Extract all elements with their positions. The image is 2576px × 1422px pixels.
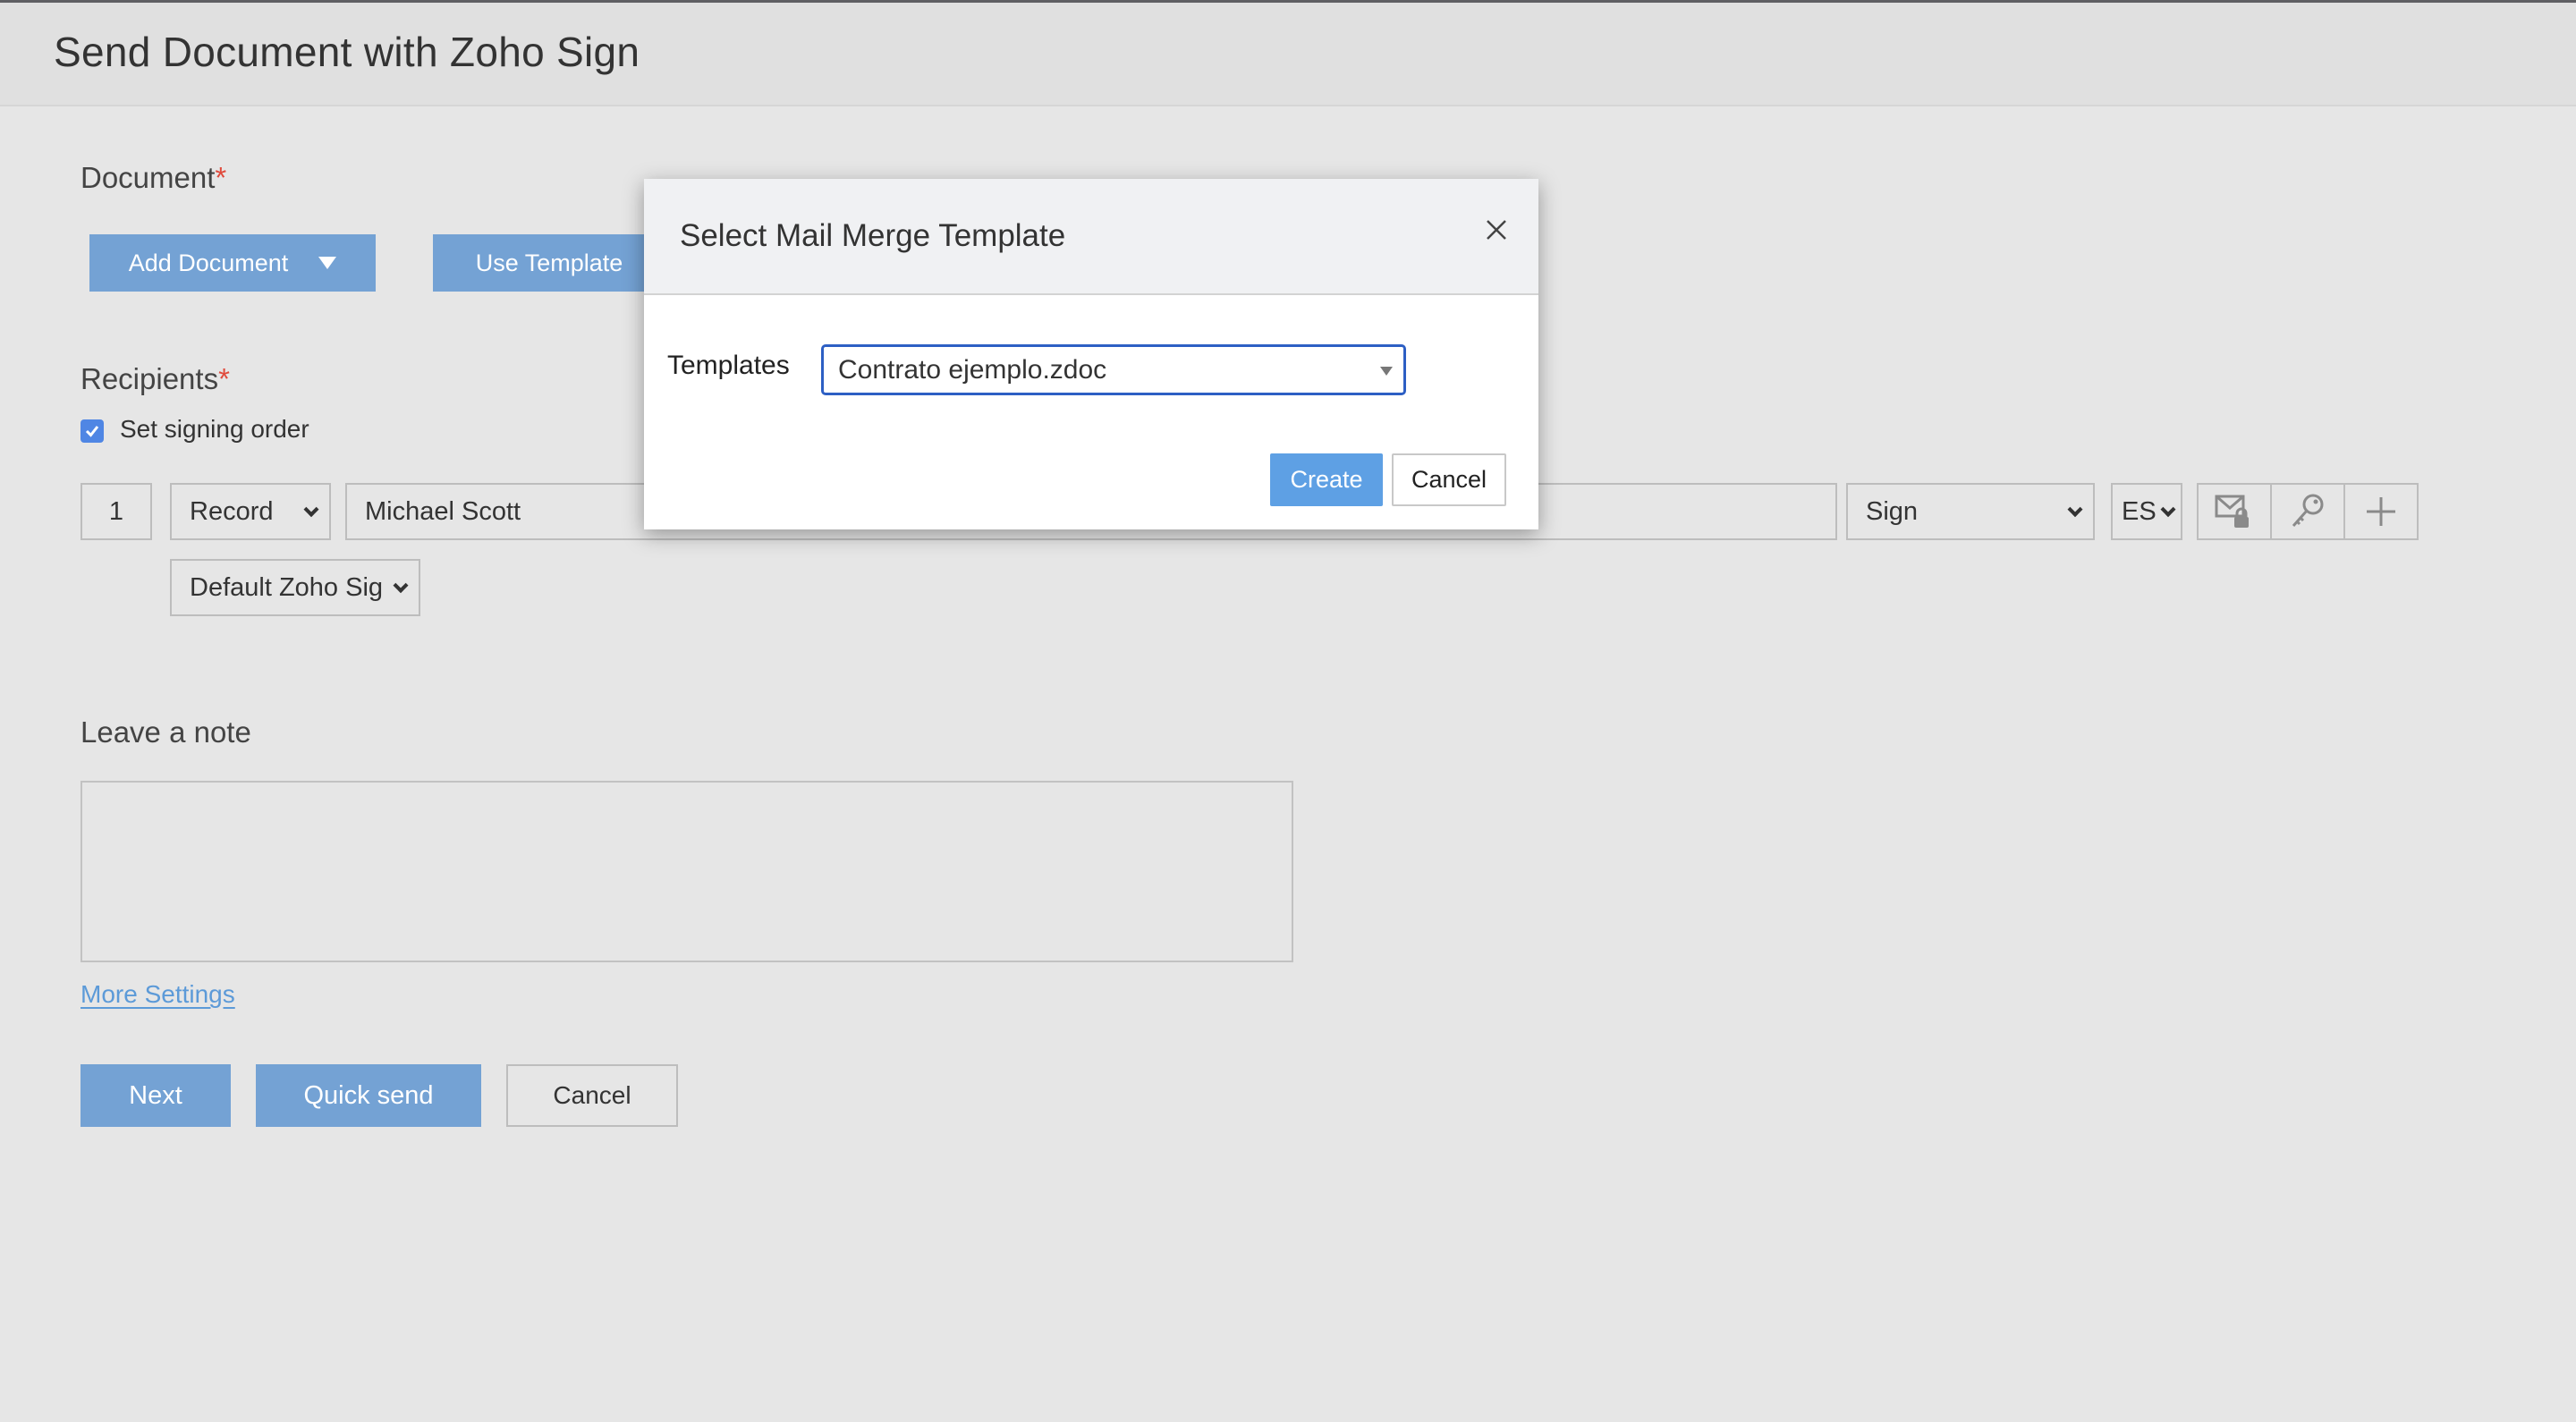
signing-order-checkbox[interactable] — [80, 419, 104, 443]
page-header: Send Document with Zoho Sign — [0, 3, 2576, 106]
signature-mode-value: Default Zoho Sig — [190, 572, 382, 602]
recipient-action-select[interactable]: Sign — [1846, 483, 2095, 540]
chevron-down-icon — [2067, 502, 2083, 518]
checkmark-icon — [85, 426, 99, 437]
document-section-label: Document* — [80, 161, 226, 195]
caret-down-icon — [318, 257, 337, 269]
add-document-button[interactable]: Add Document — [89, 234, 376, 292]
add-recipient-button[interactable] — [2345, 485, 2417, 538]
note-textarea[interactable] — [80, 781, 1293, 962]
signing-order-label: Set signing order — [120, 415, 309, 443]
cancel-button[interactable]: Cancel — [506, 1064, 678, 1127]
required-marker: * — [218, 362, 230, 395]
required-marker: * — [215, 161, 227, 194]
note-label: Leave a note — [80, 715, 251, 749]
mail-merge-template-dialog: Select Mail Merge Template Templates Con… — [644, 179, 1538, 529]
dialog-cancel-button[interactable]: Cancel — [1392, 453, 1506, 506]
recipient-action-value: Sign — [1866, 496, 1919, 526]
email-lock-button[interactable] — [2199, 485, 2272, 538]
recipient-actions — [2197, 483, 2419, 540]
recipient-type-select[interactable]: Record — [170, 483, 331, 540]
recipients-section-label: Recipients* — [80, 362, 230, 396]
recipient-language-value: ES — [2122, 496, 2157, 526]
access-code-button[interactable] — [2272, 485, 2345, 538]
document-label: Document — [80, 161, 216, 194]
quick-send-button[interactable]: Quick send — [256, 1064, 481, 1127]
add-document-label: Add Document — [128, 249, 289, 276]
key-icon — [2292, 494, 2324, 527]
recipient-name-value: Michael Scott — [365, 496, 521, 526]
email-lock-icon — [2215, 495, 2249, 528]
next-button[interactable]: Next — [80, 1064, 231, 1127]
dialog-close-button[interactable] — [1481, 215, 1512, 245]
plus-icon — [2367, 497, 2395, 526]
signature-mode-select[interactable]: Default Zoho Sig — [170, 559, 420, 616]
dialog-title: Select Mail Merge Template — [680, 218, 1066, 253]
dropdown-arrow-icon — [1380, 367, 1393, 376]
close-icon — [1487, 220, 1506, 240]
chevron-down-icon — [303, 502, 319, 518]
recipients-label: Recipients — [80, 362, 219, 395]
templates-select[interactable]: Contrato ejemplo.zdoc — [821, 344, 1406, 395]
recipient-type-value: Record — [190, 496, 274, 526]
chevron-down-icon — [393, 578, 409, 594]
templates-selected-value: Contrato ejemplo.zdoc — [838, 354, 1107, 385]
recipient-order-value: 1 — [108, 496, 124, 526]
recipient-order-input[interactable]: 1 — [80, 483, 152, 540]
use-template-label: Use Template — [475, 249, 623, 276]
page-title: Send Document with Zoho Sign — [54, 29, 640, 75]
create-button[interactable]: Create — [1270, 453, 1383, 506]
chevron-down-icon — [2160, 502, 2176, 518]
more-settings-link[interactable]: More Settings — [80, 980, 235, 1009]
dialog-header: Select Mail Merge Template — [644, 179, 1538, 295]
templates-label: Templates — [667, 351, 790, 380]
recipient-language-select[interactable]: ES — [2111, 483, 2182, 540]
use-template-button[interactable]: Use Template — [433, 234, 665, 292]
